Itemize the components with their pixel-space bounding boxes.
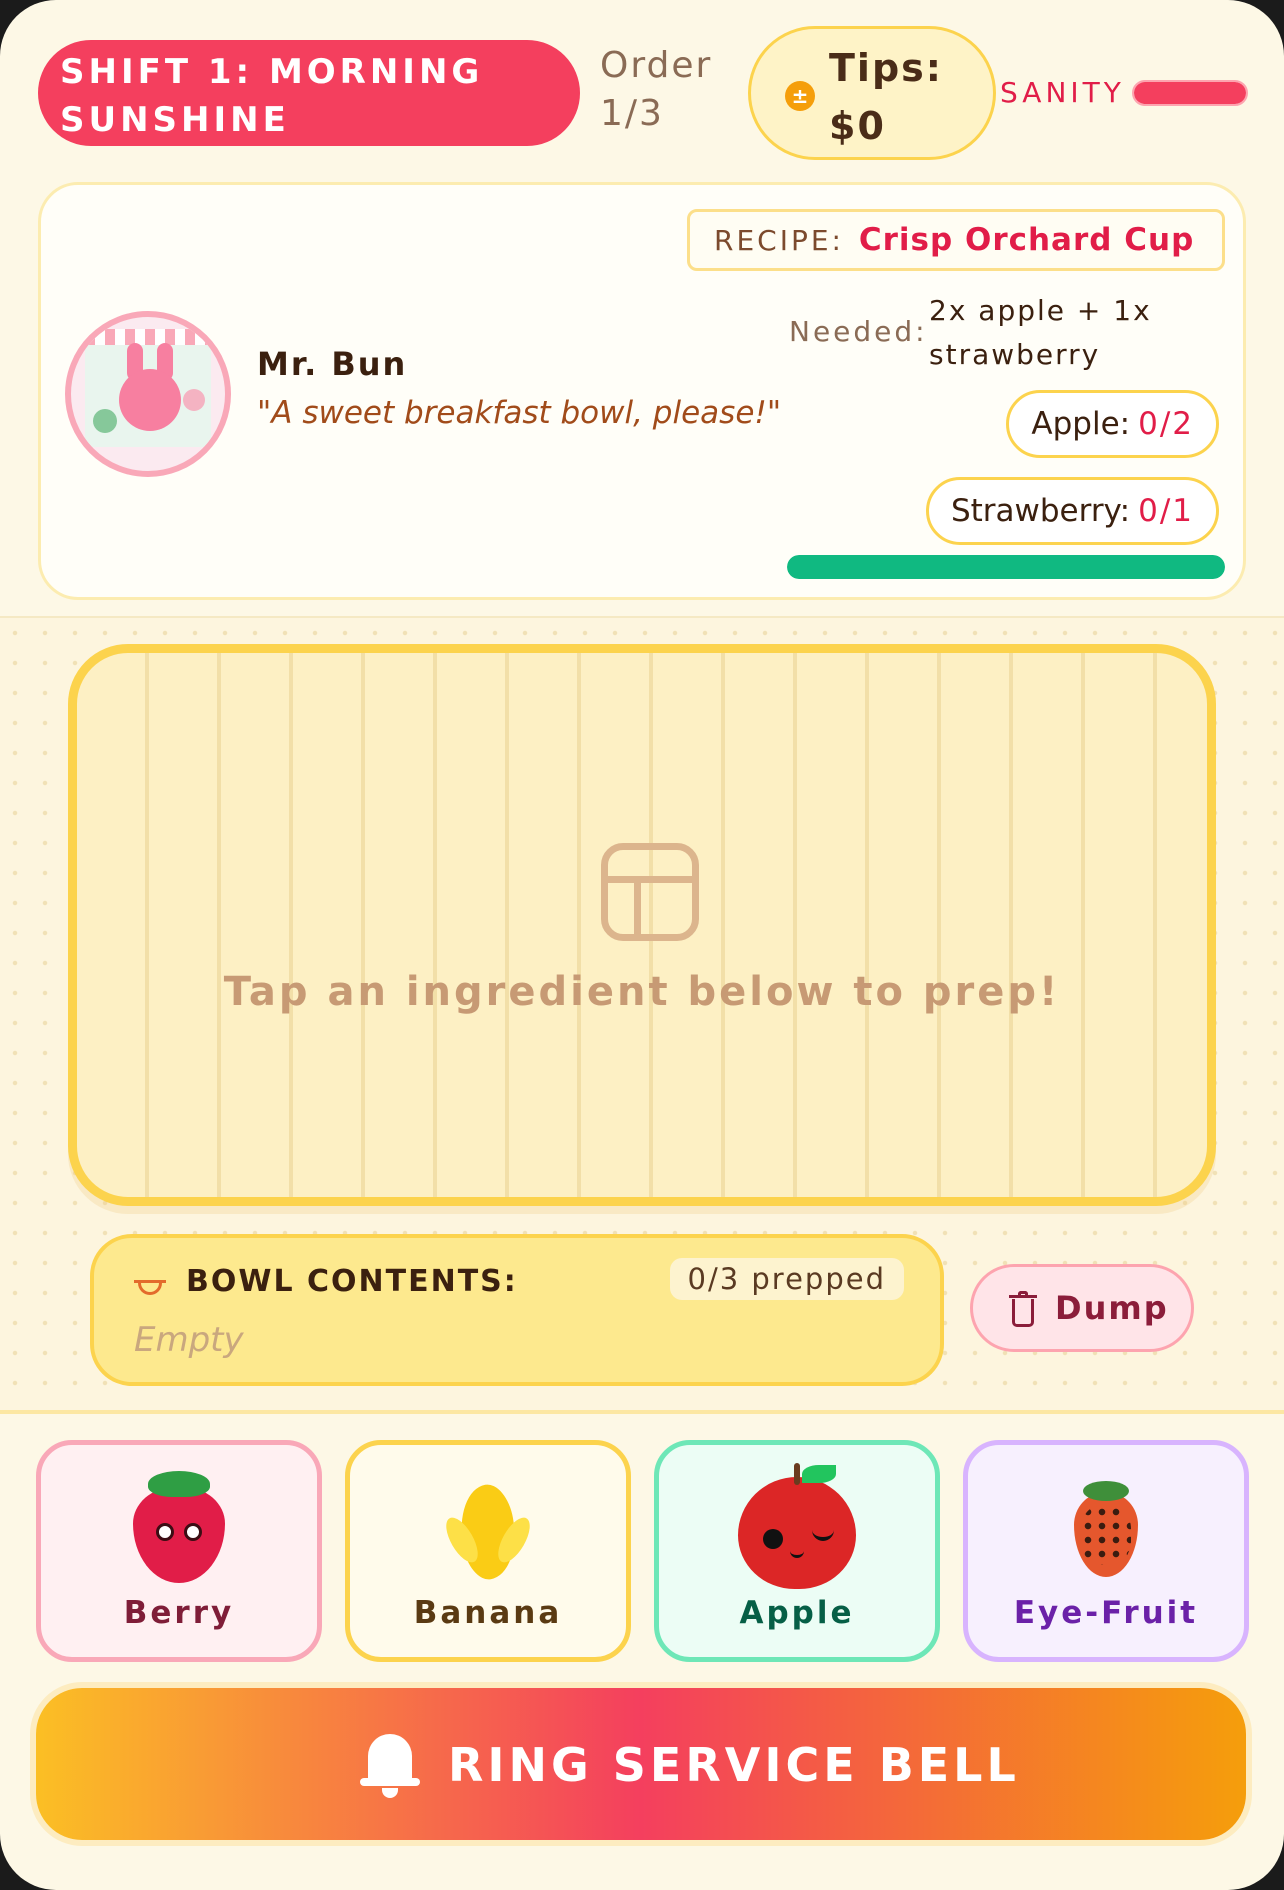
strawberry-eye (156, 1523, 174, 1541)
strawberry-eye (184, 1523, 202, 1541)
customer-order-card: Mr. Bun "A sweet breakfast bowl, please!… (38, 182, 1246, 600)
eye-fruit-eyes (1081, 1505, 1131, 1565)
flower-decoration (183, 389, 205, 411)
needed-value: 2x apple + 1x strawberry (929, 294, 1152, 371)
ingredient-label: Banana (413, 1595, 563, 1631)
ingredient-eye-fruit-button[interactable]: Eye-Fruit (963, 1440, 1249, 1662)
customer-name: Mr. Bun (257, 345, 408, 383)
dump-button[interactable]: Dump (970, 1264, 1194, 1352)
apple-icon (738, 1477, 856, 1589)
ingredient-label: Apple (739, 1595, 855, 1631)
dump-label: Dump (1055, 1289, 1169, 1327)
bowl-contents: BOWL CONTENTS: 0/3 prepped Empty (90, 1234, 944, 1386)
bowl-count-badge: 0/3 prepped (669, 1258, 904, 1300)
bowl-label: BOWL CONTENTS: (186, 1264, 518, 1299)
ingredient-banana-button[interactable]: Banana (345, 1440, 631, 1662)
awning-decoration (85, 329, 211, 345)
tips-display: ± Tips: $0 (748, 26, 996, 160)
cutting-board-icon (601, 843, 699, 941)
board-icon-line (634, 876, 641, 936)
trash-icon-can (1012, 1299, 1034, 1327)
requirement-label: Strawberry: (950, 493, 1131, 529)
requirement-count: 0/2 (1138, 406, 1194, 442)
requirement-count: 0/1 (1138, 493, 1194, 529)
bell-icon-dome (368, 1734, 412, 1784)
order-count: 1/3 (600, 93, 664, 134)
order-label: Order (600, 45, 713, 86)
sanity-meter (1132, 80, 1248, 106)
strawberry-icon (133, 1487, 225, 1583)
shift-title: SHIFT 1: MORNING SUNSHINE (38, 40, 580, 146)
bowl-empty-text: Empty (134, 1320, 244, 1360)
board-hint: Tap an ingredient below to prep! (223, 969, 1061, 1015)
tips-value: $0 (829, 104, 886, 148)
recipe-box: RECIPE: Crisp Orchard Cup (687, 209, 1225, 271)
bunny-head-icon (119, 369, 181, 431)
needed-label: Needed: (789, 315, 928, 348)
tips-text: Tips: $0 (829, 39, 943, 155)
board-icon-line (608, 876, 692, 883)
strawberry-leaf (148, 1471, 210, 1497)
bell-icon-clapper (382, 1788, 398, 1798)
ingredient-label: Berry (123, 1595, 235, 1631)
ingredient-berry-button[interactable]: Berry (36, 1440, 322, 1662)
ingredient-apple-button[interactable]: Apple (654, 1440, 940, 1662)
recipe-name: Crisp Orchard Cup (858, 222, 1195, 258)
recipe-label: RECIPE: (714, 224, 844, 257)
requirement-strawberry: Strawberry: 0/1 (925, 477, 1219, 545)
eye-fruit-leaf (1083, 1481, 1129, 1501)
ingredient-label: Eye-Fruit (1013, 1595, 1199, 1631)
customer-quote: "A sweet breakfast bowl, please!" (257, 395, 782, 431)
customer-avatar (65, 311, 231, 477)
trash-icon (1009, 1291, 1037, 1327)
requirement-apple: Apple: 0/2 (1006, 390, 1219, 458)
sanity-label: SANITY (1000, 76, 1125, 109)
apple-eye (763, 1529, 783, 1549)
plant-decoration (93, 409, 117, 433)
apple-leaf (802, 1465, 836, 1483)
sanity-meter-fill (1134, 82, 1246, 104)
patience-bar-fill (787, 555, 1225, 579)
patience-bar (787, 555, 1225, 579)
apple-stem (794, 1463, 800, 1485)
bowl-icon (134, 1270, 166, 1296)
bell-icon-base (360, 1778, 420, 1786)
tips-label: Tips: (829, 46, 943, 90)
bell-icon (360, 1734, 420, 1798)
requirement-label: Apple: (1031, 406, 1131, 442)
order-progress: Order 1/3 (600, 42, 712, 138)
bowl-icon-body (138, 1283, 162, 1295)
game-screen: SHIFT 1: MORNING SUNSHINE Order 1/3 ± Ti… (0, 0, 1284, 1890)
coin-icon: ± (785, 81, 815, 111)
ring-service-bell-button[interactable]: RING SERVICE BELL (36, 1688, 1246, 1840)
bell-label: RING SERVICE BELL (448, 1738, 1020, 1792)
divider (0, 1410, 1284, 1414)
cutting-board[interactable]: Tap an ingredient below to prep! (68, 644, 1216, 1206)
trash-icon-lid (1009, 1295, 1037, 1298)
